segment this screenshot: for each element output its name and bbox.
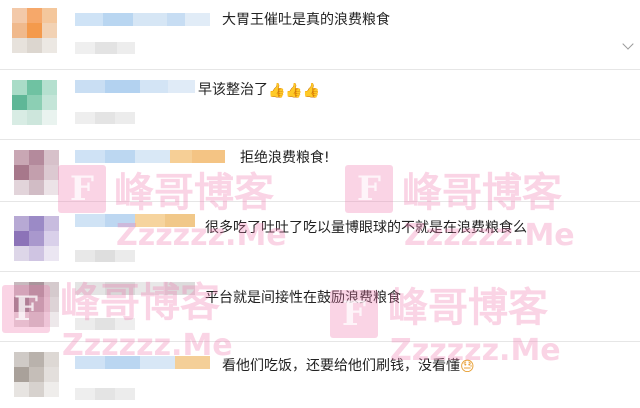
timestamp-redacted: [75, 318, 135, 330]
username-redacted[interactable]: [75, 13, 210, 26]
chevron-down-icon[interactable]: [622, 38, 634, 50]
comment-text: 早该整治了👍👍👍: [198, 82, 321, 99]
avatar[interactable]: [14, 150, 60, 196]
comment-item: 早该整治了👍👍👍: [0, 70, 640, 140]
sweat-face-icon: 😓: [460, 359, 475, 375]
timestamp-redacted: [75, 42, 135, 54]
comment-item: 很多吃了吐吐了吃以量博眼球的不就是在浪费粮食么: [0, 202, 640, 272]
comment-item: 平台就是间接性在鼓励浪费粮食: [0, 272, 640, 342]
username-redacted[interactable]: [75, 356, 210, 369]
comment-item: 拒绝浪费粮食!: [0, 140, 640, 202]
username-redacted[interactable]: [75, 80, 195, 93]
timestamp-redacted: [75, 250, 135, 262]
comment-text: 大胃王催吐是真的浪费粮食: [222, 12, 390, 28]
avatar[interactable]: [12, 8, 58, 54]
comment-text: 拒绝浪费粮食!: [240, 150, 330, 166]
comment-text: 很多吃了吐吐了吃以量博眼球的不就是在浪费粮食么: [205, 220, 527, 236]
avatar[interactable]: [14, 282, 60, 328]
avatar[interactable]: [14, 216, 60, 262]
username-redacted[interactable]: [75, 282, 195, 295]
comment-item: 大胃王催吐是真的浪费粮食: [0, 0, 640, 70]
thumbs-up-icon: 👍👍👍: [268, 83, 321, 99]
timestamp-redacted: [75, 388, 135, 400]
avatar[interactable]: [14, 352, 60, 398]
username-redacted[interactable]: [75, 214, 195, 227]
comment-item: 看他们吃饭，还要给他们刷钱，没看懂😓: [0, 342, 640, 408]
timestamp-redacted: [75, 112, 135, 124]
avatar[interactable]: [12, 80, 58, 126]
username-redacted[interactable]: [75, 150, 225, 163]
comment-text: 看他们吃饭，还要给他们刷钱，没看懂😓: [222, 358, 475, 375]
comment-feed: 大胃王催吐是真的浪费粮食 早该整治了👍👍👍 拒绝浪费粮食! 很多吃了吐吐了吃以量…: [0, 0, 640, 408]
comment-text: 平台就是间接性在鼓励浪费粮食: [205, 290, 401, 306]
